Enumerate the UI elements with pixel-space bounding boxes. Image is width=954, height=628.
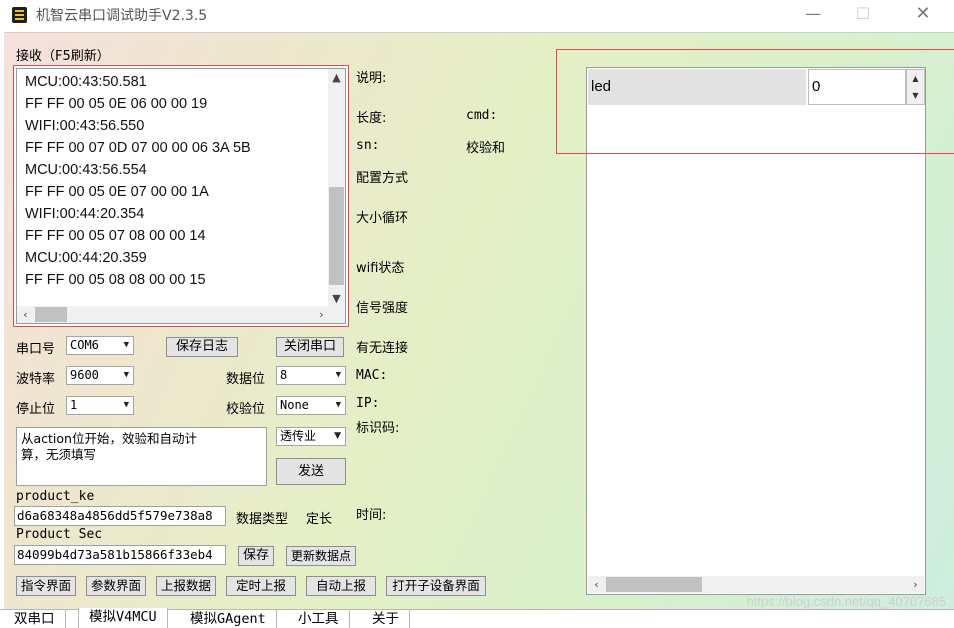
cmd-label: cmd:: [466, 108, 498, 123]
report-data-button[interactable]: 上报数据: [156, 576, 216, 596]
open-subdevice-button[interactable]: 打开子设备界面: [386, 576, 486, 596]
description-label: 说明:: [356, 71, 387, 86]
signal-strength-label: 信号强度: [356, 301, 409, 316]
length-label: 长度:: [356, 111, 387, 126]
title-bar: 机智云串口调试助手V2.3.5 — ☐ ✕: [0, 0, 954, 30]
stopbits-select-value: 1: [70, 398, 78, 412]
close-port-button[interactable]: 关闭串口: [276, 337, 344, 357]
receive-line: MCU:00:43:50.581: [25, 74, 147, 90]
product-key-input[interactable]: d6a68348a4856dd5f579e738a8: [14, 506, 226, 526]
update-datapoints-button[interactable]: 更新数据点: [286, 546, 356, 566]
sn-label: sn:: [356, 138, 380, 153]
receive-line: FF FF 00 05 07 08 00 00 14: [25, 228, 206, 244]
receive-lines: MCU:00:43:50.581 FF FF 00 05 0E 06 00 00…: [25, 71, 251, 291]
port-select-value: COM6: [70, 338, 99, 352]
config-mode-label: 配置方式: [356, 171, 409, 186]
receive-line: MCU:00:44:20.359: [25, 250, 147, 266]
data-type-label: 数据类型: [236, 512, 289, 527]
identifier-label: 标识码:: [356, 421, 400, 436]
receive-line: FF FF 00 05 0E 07 00 00 1A: [25, 184, 209, 200]
chevron-down-icon: ▼: [335, 400, 341, 410]
send-mode-value: 透传业: [280, 429, 317, 443]
receive-highlight-frame: MCU:00:43:50.581 FF FF 00 05 0E 06 00 00…: [13, 65, 349, 327]
close-button[interactable]: ✕: [900, 0, 946, 30]
receive-line: MCU:00:43:56.554: [25, 162, 147, 178]
receive-horizontal-scrollbar[interactable]: ‹ ›: [17, 306, 330, 323]
receive-textarea[interactable]: MCU:00:43:50.581 FF FF 00 05 0E 06 00 00…: [16, 68, 346, 324]
chevron-down-icon: ▼: [335, 370, 341, 380]
timed-report-button[interactable]: 定时上报: [226, 576, 296, 596]
receive-line: FF FF 00 05 08 08 00 00 15: [25, 272, 206, 288]
chevron-down-icon: ▼: [123, 370, 129, 380]
watermark: https://blog.csdn.net/qq_40707685: [746, 594, 947, 609]
stopbits-select[interactable]: 1 ▼: [66, 396, 134, 415]
receive-line: WIFI:00:43:56.550: [25, 118, 145, 134]
port-label: 串口号: [16, 342, 56, 357]
tab-bar: 双串口 模拟V4MCU 模拟GAgent 小工具 关于: [0, 608, 954, 628]
maximize-button[interactable]: ☐: [840, 0, 886, 30]
tab-simulate-v4mcu[interactable]: 模拟V4MCU: [78, 608, 168, 628]
loop-label: 大小循环: [356, 211, 409, 226]
save-log-button[interactable]: 保存日志: [166, 337, 238, 357]
scroll-right-icon[interactable]: ›: [907, 576, 924, 593]
app-icon: [12, 7, 27, 23]
baud-select-value: 9600: [70, 368, 99, 382]
panel-scroll-thumb[interactable]: [606, 577, 702, 592]
checksum-label: 校验和: [466, 141, 506, 156]
port-select[interactable]: COM6 ▼: [66, 336, 134, 355]
product-secret-label: Product Sec: [16, 527, 103, 542]
mac-label: MAC:: [356, 368, 388, 383]
scrollbar-corner: [328, 306, 345, 323]
databits-select-value: 8: [280, 368, 288, 382]
receive-horizontal-scroll-thumb[interactable]: [35, 307, 67, 322]
time-label: 时间:: [356, 508, 387, 523]
tab-about[interactable]: 关于: [362, 610, 410, 628]
ip-label: IP:: [356, 396, 380, 411]
datapoint-highlight-frame: [556, 49, 954, 154]
receive-line: WIFI:00:44:20.354: [25, 206, 145, 222]
panel-horizontal-scrollbar[interactable]: ‹ ›: [588, 576, 924, 593]
parity-label: 校验位: [226, 402, 266, 417]
main-client-area: 接收（F5刷新） MCU:00:43:50.581 FF FF 00 05 0E…: [4, 32, 954, 610]
scroll-down-icon[interactable]: ▼: [328, 290, 345, 307]
stopbits-label: 停止位: [16, 402, 56, 417]
chevron-down-icon: ▼: [334, 431, 341, 441]
scroll-up-icon[interactable]: ▲: [328, 69, 345, 86]
databits-label: 数据位: [226, 372, 266, 387]
receive-vertical-scroll-thumb[interactable]: [329, 187, 344, 285]
receive-title: 接收（F5刷新）: [16, 49, 110, 64]
parity-select-value: None: [280, 398, 309, 412]
receive-vertical-scrollbar[interactable]: ▲ ▼: [328, 69, 345, 307]
product-key-label: product_ke: [16, 489, 95, 504]
databits-select[interactable]: 8 ▼: [276, 366, 346, 385]
tab-simulate-gagent[interactable]: 模拟GAgent: [180, 610, 277, 628]
send-button[interactable]: 发送: [276, 458, 346, 485]
chevron-down-icon: ▼: [123, 340, 129, 350]
baud-select[interactable]: 9600 ▼: [66, 366, 134, 385]
minimize-button[interactable]: —: [790, 0, 836, 30]
send-mode-select[interactable]: 透传业 ▼: [276, 427, 346, 446]
auto-report-button[interactable]: 自动上报: [306, 576, 376, 596]
param-view-button[interactable]: 参数界面: [86, 576, 146, 596]
parity-select[interactable]: None ▼: [276, 396, 346, 415]
wifi-status-label: wifi状态: [356, 261, 405, 276]
receive-line: FF FF 00 07 0D 07 00 00 06 3A 5B: [25, 140, 251, 156]
chevron-down-icon: ▼: [123, 400, 129, 410]
product-secret-input[interactable]: 84099b4d73a581b15866f33eb4: [14, 545, 226, 565]
tab-tools[interactable]: 小工具: [288, 610, 350, 628]
scroll-left-icon[interactable]: ‹: [588, 576, 605, 593]
save-product-button[interactable]: 保存: [238, 546, 274, 566]
send-input[interactable]: 从action位开始，效验和自动计 算，无须填写: [16, 427, 267, 486]
window-title: 机智云串口调试助手V2.3.5: [36, 8, 208, 24]
connection-label: 有无连接: [356, 341, 409, 356]
receive-line: FF FF 00 05 0E 06 00 00 19: [25, 96, 208, 112]
scroll-left-icon[interactable]: ‹: [17, 306, 34, 323]
tab-dual-serial[interactable]: 双串口: [4, 610, 66, 628]
command-view-button[interactable]: 指令界面: [16, 576, 76, 596]
baud-label: 波特率: [16, 372, 56, 387]
data-type-value: 定长: [306, 512, 333, 527]
